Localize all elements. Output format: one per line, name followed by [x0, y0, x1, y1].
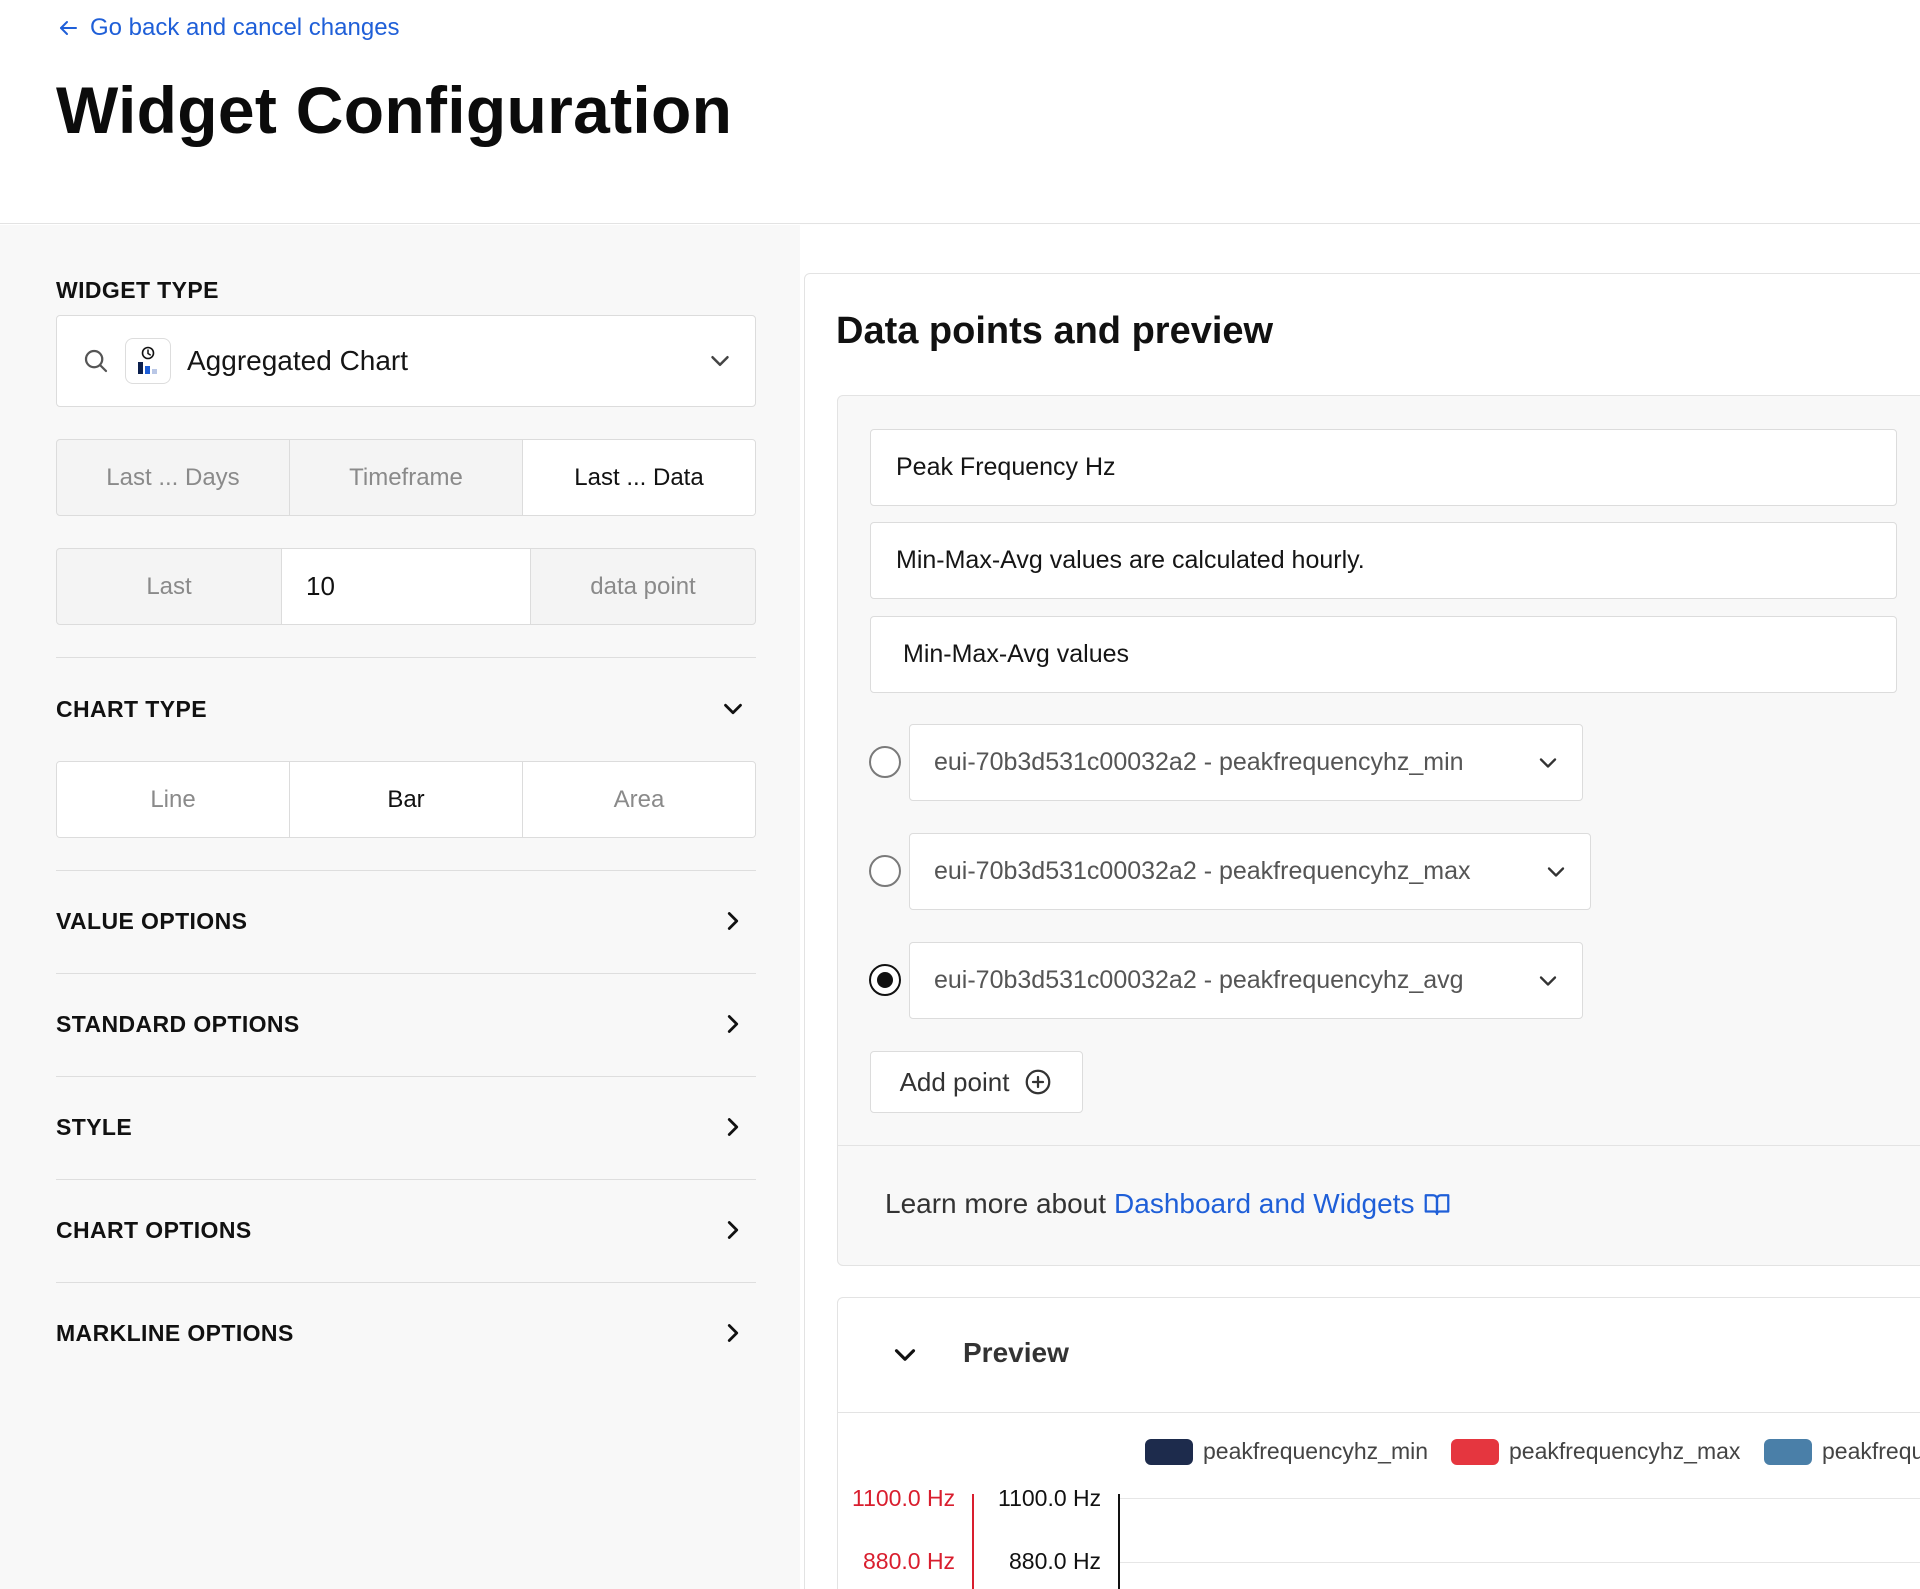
left-axis-line	[972, 1494, 974, 1589]
legend-swatch	[1451, 1438, 1499, 1465]
data-point-radio-min[interactable]	[869, 746, 901, 778]
tab-bar[interactable]: Bar	[290, 762, 523, 837]
divider	[838, 1412, 1920, 1413]
divider	[56, 1179, 756, 1180]
value-options-toggle[interactable]: VALUE OPTIONS	[56, 896, 756, 946]
chart-options-label: CHART OPTIONS	[56, 1216, 252, 1243]
chart-type-label: CHART TYPE	[56, 695, 207, 722]
legend-swatch	[1145, 1438, 1193, 1465]
legend-item-min[interactable]: peakfrequencyhz_min	[1145, 1438, 1428, 1465]
chevron-right-icon	[727, 1324, 739, 1342]
divider	[56, 870, 756, 871]
learn-more: Learn more about Dashboard and Widgets	[885, 1188, 1452, 1220]
chevron-right-icon	[727, 1015, 739, 1033]
divider	[56, 1282, 756, 1283]
divider	[838, 1145, 1920, 1146]
widget-type-value: Aggregated Chart	[187, 345, 409, 376]
arrow-left-icon	[60, 21, 77, 35]
data-point-select-max[interactable]: eui-70b3d531c00032a2 - peakfrequencyhz_m…	[909, 833, 1591, 910]
value-options-label: VALUE OPTIONS	[56, 907, 248, 934]
chevron-down-icon	[724, 703, 742, 715]
chevron-right-icon	[727, 912, 739, 930]
grid-line	[1120, 1562, 1920, 1563]
divider	[56, 1076, 756, 1077]
standard-options-toggle[interactable]: STANDARD OPTIONS	[56, 999, 756, 1049]
data-point-radio-avg[interactable]	[869, 964, 901, 996]
style-label: STYLE	[56, 1113, 133, 1140]
data-point-radio-max[interactable]	[869, 855, 901, 887]
markline-options-toggle[interactable]: MARKLINE OPTIONS	[56, 1308, 756, 1358]
back-link[interactable]: Go back and cancel changes	[56, 14, 400, 42]
standard-options-label: STANDARD OPTIONS	[56, 1010, 300, 1037]
add-point-button[interactable]: Add point	[870, 1051, 1083, 1113]
aggregated-chart-icon	[125, 338, 171, 384]
legend-label: peakfrequencyhz_min	[1203, 1438, 1429, 1464]
data-point-count-input[interactable]: 10	[282, 549, 531, 624]
data-point-select-avg[interactable]: eui-70b3d531c00032a2 - peakfrequencyhz_a…	[909, 942, 1583, 1019]
divider	[56, 657, 756, 658]
page-title: Widget Configuration	[56, 73, 733, 147]
chevron-down-icon	[711, 356, 729, 366]
book-icon	[1425, 1194, 1450, 1216]
plus-circle-icon	[1026, 1069, 1051, 1095]
page-header: Go back and cancel changes Widget Config…	[0, 0, 1920, 224]
add-point-label: Add point	[899, 1066, 1010, 1097]
widget-subtitle-input[interactable]: Min-Max-Avg values	[870, 616, 1897, 693]
chevron-down-icon	[1539, 976, 1557, 986]
chevron-down-icon	[1539, 758, 1557, 768]
chevron-right-icon	[727, 1118, 739, 1136]
chevron-down-icon[interactable]	[888, 1338, 922, 1372]
last-data-points-group: Last 10 data point	[56, 548, 756, 625]
legend-item-avg[interactable]: peakfrequ	[1764, 1438, 1920, 1465]
tab-last-data[interactable]: Last ... Data	[523, 440, 755, 515]
tab-timeframe[interactable]: Timeframe	[290, 440, 523, 515]
chevron-right-icon	[727, 1221, 739, 1239]
search-icon	[84, 349, 108, 373]
tab-area[interactable]: Area	[523, 762, 755, 837]
right-axis-line	[1118, 1494, 1120, 1589]
tab-last-days[interactable]: Last ... Days	[57, 440, 290, 515]
data-point-select-label: eui-70b3d531c00032a2 - peakfrequencyhz_a…	[934, 966, 1464, 994]
divider	[56, 973, 756, 974]
tab-line[interactable]: Line	[57, 762, 290, 837]
left-axis-tick: 1100.0 Hz	[852, 1485, 956, 1511]
data-point-select-label: eui-70b3d531c00032a2 - peakfrequencyhz_m…	[934, 748, 1464, 776]
preview-title: Preview	[963, 1337, 1069, 1368]
widget-type-select[interactable]: Aggregated Chart	[56, 315, 756, 407]
data-point-select-label: eui-70b3d531c00032a2 - peakfrequencyhz_m…	[934, 857, 1471, 885]
back-link-label: Go back and cancel changes	[90, 14, 400, 41]
widget-title-input[interactable]: Peak Frequency Hz	[870, 429, 1897, 506]
legend-item-max[interactable]: peakfrequencyhz_max	[1451, 1438, 1740, 1465]
range-mode-tabs: Last ... Days Timeframe Last ... Data	[56, 439, 756, 516]
legend-label: peakfrequ	[1822, 1438, 1920, 1464]
dashboard-widgets-link[interactable]: Dashboard and Widgets	[1114, 1188, 1414, 1220]
right-axis-tick: 1100.0 Hz	[998, 1485, 1102, 1511]
markline-options-label: MARKLINE OPTIONS	[56, 1319, 294, 1346]
left-axis-tick: 880.0 Hz	[863, 1548, 956, 1574]
learn-more-text: Learn more about	[885, 1188, 1107, 1219]
widget-description-input[interactable]: Min-Max-Avg values are calculated hourly…	[870, 522, 1897, 599]
chevron-down-icon	[1547, 867, 1565, 877]
legend-label: peakfrequencyhz_max	[1509, 1438, 1741, 1464]
widget-type-label: WIDGET TYPE	[56, 277, 219, 303]
chart-options-toggle[interactable]: CHART OPTIONS	[56, 1205, 756, 1255]
chart-type-tabs: Line Bar Area	[56, 761, 756, 838]
data-point-select-min[interactable]: eui-70b3d531c00032a2 - peakfrequencyhz_m…	[909, 724, 1583, 801]
right-axis-tick: 880.0 Hz	[1009, 1548, 1102, 1574]
data-point-unit-label: data point	[590, 572, 696, 600]
style-toggle[interactable]: STYLE	[56, 1102, 756, 1152]
panel-title: Data points and preview	[836, 310, 1274, 352]
last-label: Last	[57, 549, 282, 624]
grid-line	[1120, 1498, 1920, 1499]
legend-swatch	[1764, 1438, 1812, 1465]
chart-type-toggle[interactable]: CHART TYPE	[56, 684, 756, 734]
